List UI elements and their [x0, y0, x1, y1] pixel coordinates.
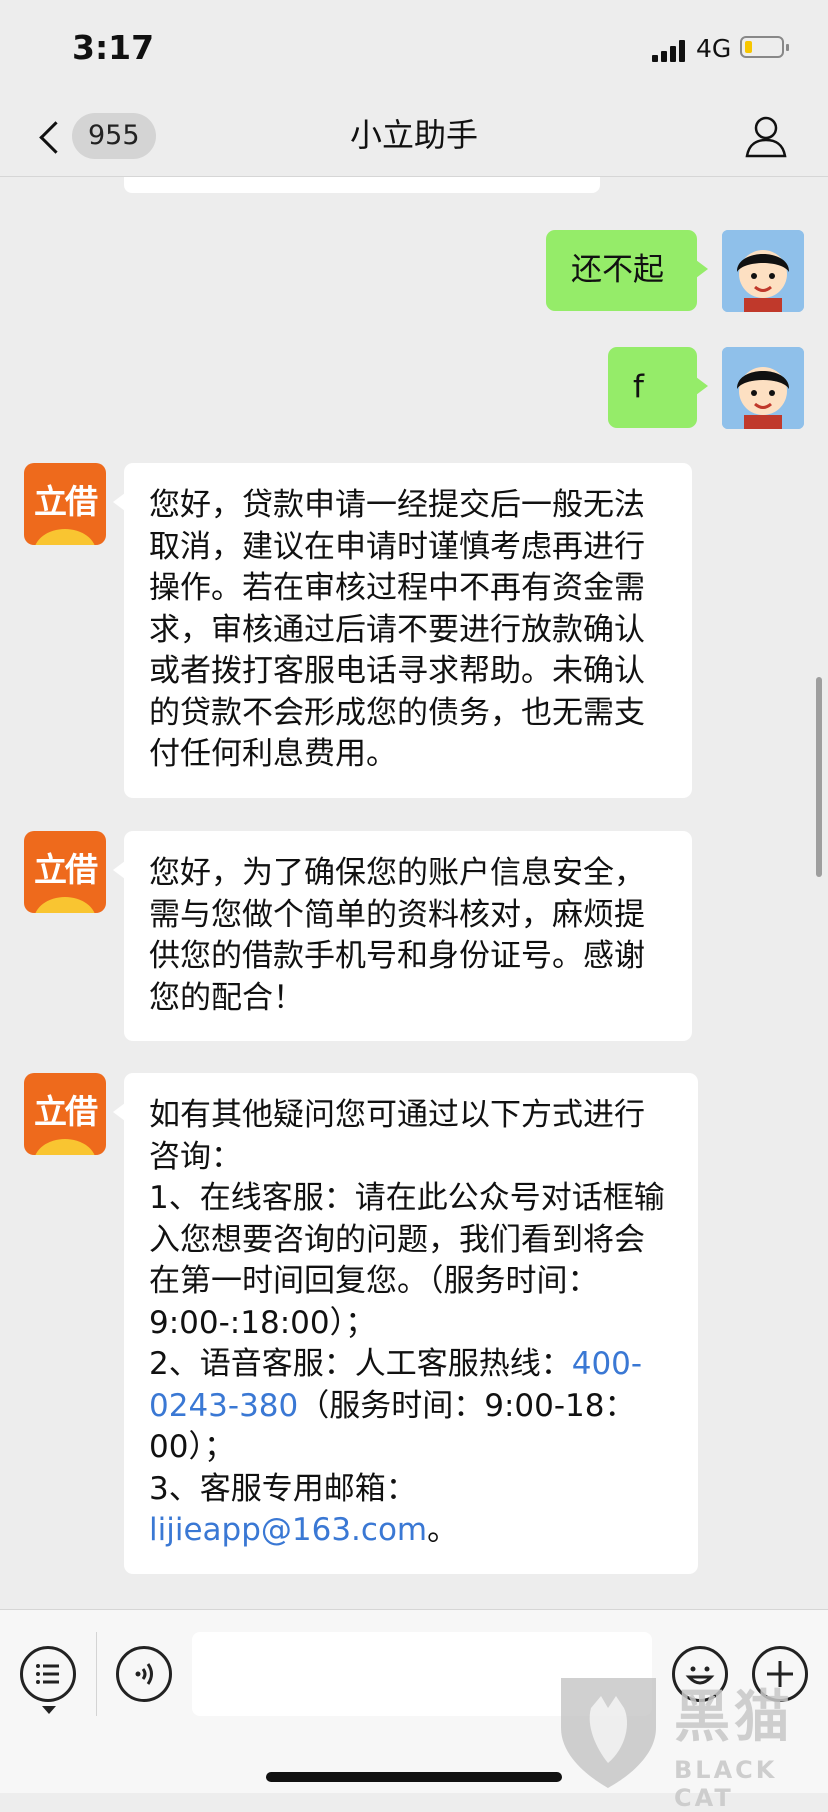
message-line: 如有其他疑问您可通过以下方式进行咨询： — [149, 1097, 645, 1175]
bot-avatar-logo: 立借 — [34, 850, 98, 889]
voice-icon[interactable] — [116, 1646, 172, 1702]
cartoon-boy-icon — [722, 347, 804, 429]
signal-icon — [652, 40, 688, 62]
message-bubble-me[interactable]: f — [608, 347, 708, 428]
bot-avatar-logo: 立借 — [34, 1092, 98, 1131]
bot-avatar[interactable]: 立借 — [24, 831, 106, 913]
message-list[interactable]: 还不起 f 立借 您好，贷款申请一经提交后一般无法取消，建议在申请时谨慎考虑再进… — [0, 177, 828, 1609]
message-bubble-bot[interactable]: 如有其他疑问您可通过以下方式进行咨询： 1、在线客服：请在此公众号对话框输入您想… — [113, 1073, 698, 1574]
status-time: 3:17 — [72, 28, 155, 67]
bot-avatar-logo: 立借 — [34, 482, 98, 521]
message-text: 2、语音客服：人工客服热线： — [149, 1346, 572, 1382]
cartoon-boy-icon — [722, 230, 804, 312]
home-indicator — [266, 1772, 562, 1782]
menu-expand-icon — [42, 1706, 56, 1714]
my-avatar[interactable] — [722, 347, 804, 429]
bot-avatar[interactable]: 立借 — [24, 463, 106, 545]
network-type: 4G — [696, 34, 732, 63]
battery-icon — [740, 36, 789, 58]
status-bar: 3:17 4G — [0, 0, 828, 100]
watermark: 黑猫 BLACK CAT — [556, 1668, 828, 1812]
message-text: 还不起 — [571, 252, 664, 288]
message-text: 您好，为了确保您的账户信息安全，需与您做个简单的资料核对，麻烦提供您的借款手机号… — [149, 855, 645, 1016]
watermark-text: 黑猫 — [674, 1685, 794, 1750]
divider — [96, 1632, 97, 1716]
menu-list-icon[interactable] — [20, 1646, 76, 1702]
scrollbar[interactable] — [816, 677, 822, 877]
message-line: 1、在线客服：请在此公众号对话框输入您想要咨询的问题，我们看到将会在第一时间回复… — [149, 1180, 665, 1341]
bot-avatar[interactable]: 立借 — [24, 1073, 106, 1155]
message-text: 3、客服专用邮箱： — [149, 1470, 417, 1507]
message-text: 。 — [427, 1512, 459, 1548]
message-bubble-bot[interactable]: 您好，贷款申请一经提交后一般无法取消，建议在申请时谨慎考虑再进行操作。若在审核过… — [113, 463, 692, 798]
message-text: f — [633, 369, 644, 405]
message-line: 2、语音客服：人工客服热线：400-0243-380（服务时间：9:00-18：… — [149, 1344, 673, 1469]
chat-header: 955 小立助手 — [0, 100, 828, 177]
chat-title: 小立助手 — [349, 116, 478, 154]
message-bubble-me[interactable]: 还不起 — [546, 230, 708, 311]
previous-message-bubble — [124, 177, 600, 193]
watermark-subtext: BLACK CAT — [674, 1756, 778, 1812]
black-cat-logo-icon — [561, 1678, 656, 1788]
message-text: 您好，贷款申请一经提交后一般无法取消，建议在申请时谨慎考虑再进行操作。若在审核过… — [149, 487, 645, 772]
message-bubble-bot[interactable]: 您好，为了确保您的账户信息安全，需与您做个简单的资料核对，麻烦提供您的借款手机号… — [113, 831, 692, 1041]
profile-icon[interactable] — [744, 114, 788, 158]
email-link[interactable]: lijieapp@163.com — [149, 1512, 427, 1548]
my-avatar[interactable] — [722, 230, 804, 312]
message-line: 3、客服专用邮箱： lijieapp@163.com。 — [149, 1469, 673, 1552]
